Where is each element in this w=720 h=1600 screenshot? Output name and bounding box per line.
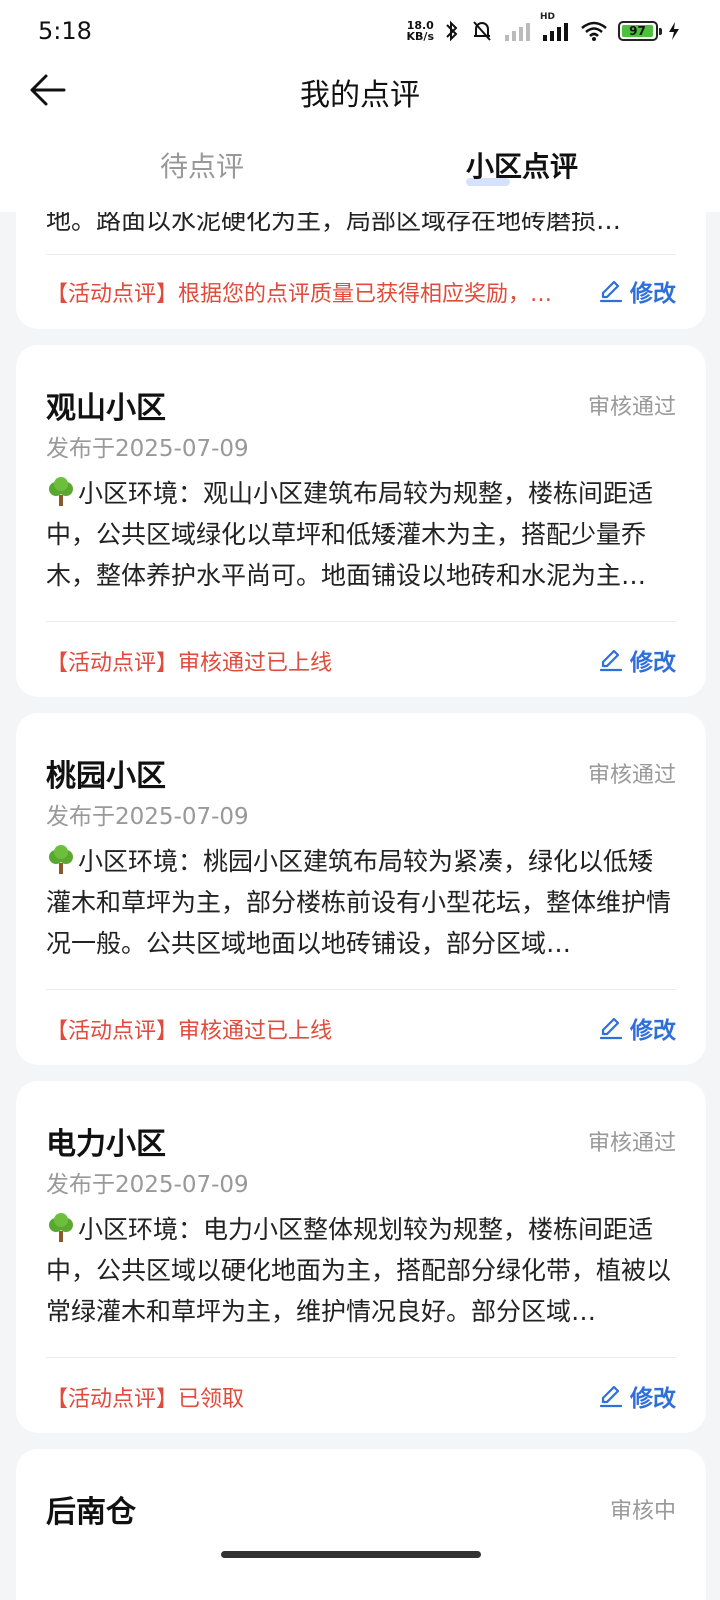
signal-hd-icon: HD <box>540 12 570 42</box>
review-status: 审核中 <box>609 1499 676 1524</box>
edit-pencil-icon <box>599 280 623 303</box>
review-card: 电力小区 审核通过 发布于2025-07-09 小区环境：电力小区整体规划较为规… <box>16 1081 706 1433</box>
edit-label: 修改 <box>630 1386 676 1412</box>
review-body-text: 小区环境：桃园小区建筑布局较为紧凑，绿化以低矮灌木和草坪为主，部分楼栋前设有小型… <box>46 847 672 958</box>
edit-button[interactable]: 修改 <box>598 274 676 308</box>
review-body-text: 小区环境：观山小区建筑布局较为规整，楼栋间距适中，公共区域绿化以草坪和低矮灌木为… <box>46 479 654 590</box>
tab-pending-review[interactable]: 待点评 <box>160 142 244 192</box>
wifi-icon <box>580 20 608 42</box>
card-divider <box>46 989 676 990</box>
edit-pencil-icon <box>599 1385 623 1408</box>
review-body: 小区环境：桃园小区建筑布局较为紧凑，绿化以低矮灌木和草坪为主，部分楼栋前设有小型… <box>46 841 676 964</box>
community-name: 观山小区 <box>46 391 166 426</box>
review-body: 小区环境：电力小区整体规划较为规整，楼栋间距适中，公共区域以硬化地面为主，搭配部… <box>46 1209 676 1332</box>
review-card: 地。路面以水泥硬化为主，局部区域存在地砖磨损… 【活动点评】根据您的点评质量已获… <box>16 212 706 329</box>
battery-fill: 97 <box>622 24 654 38</box>
page-title: 我的点评 <box>300 78 420 113</box>
review-body-text: 地。路面以水泥硬化为主，局部区域存在地砖磨损… <box>46 212 622 235</box>
review-list[interactable]: 地。路面以水泥硬化为主，局部区域存在地砖磨损… 【活动点评】根据您的点评质量已获… <box>0 212 720 1600</box>
network-speed: 18.0 KB/s <box>407 20 434 42</box>
activity-note: 【活动点评】根据您的点评质量已获得相应奖励，… <box>46 282 553 307</box>
page-header: 我的点评 待点评 小区点评 <box>0 62 720 212</box>
activity-note: 【活动点评】审核通过已上线 <box>46 651 333 676</box>
tree-icon <box>49 845 73 874</box>
bluetooth-icon <box>444 19 460 43</box>
tab-community-review[interactable]: 小区点评 <box>466 142 578 192</box>
edit-label: 修改 <box>630 281 676 307</box>
activity-note: 【活动点评】审核通过已上线 <box>46 1019 333 1044</box>
review-card: 观山小区 审核通过 发布于2025-07-09 小区环境：观山小区建筑布局较为规… <box>16 345 706 697</box>
signal-weak-icon <box>504 20 532 42</box>
edit-button[interactable]: 修改 <box>598 1011 676 1045</box>
review-status: 审核通过 <box>587 763 676 788</box>
card-divider <box>46 1357 676 1358</box>
edit-button[interactable]: 修改 <box>598 643 676 677</box>
network-speed-unit: KB/s <box>406 30 434 43</box>
tab-bar: 待点评 小区点评 <box>0 142 720 202</box>
activity-note: 【活动点评】已领取 <box>46 1387 245 1412</box>
review-body: 地。路面以水泥硬化为主，局部区域存在地砖磨损… <box>46 212 676 241</box>
edit-button[interactable]: 修改 <box>598 1379 676 1413</box>
community-name: 桃园小区 <box>46 759 166 794</box>
review-status: 审核通过 <box>587 395 676 420</box>
review-body-text: 小区环境：电力小区整体规划较为规整，楼栋间距适中，公共区域以硬化地面为主，搭配部… <box>46 1215 672 1326</box>
community-name: 电力小区 <box>46 1127 166 1162</box>
review-card: 桃园小区 审核通过 发布于2025-07-09 小区环境：桃园小区建筑布局较为紧… <box>16 713 706 1065</box>
edit-label: 修改 <box>630 650 676 676</box>
review-status: 审核通过 <box>587 1131 676 1156</box>
mute-bell-icon <box>470 19 494 43</box>
edit-pencil-icon <box>599 1017 623 1040</box>
status-bar: 5:18 18.0 KB/s HD 97 <box>0 0 720 62</box>
card-divider <box>46 621 676 622</box>
home-indicator[interactable] <box>221 1551 481 1558</box>
signal-hd-label: HD <box>540 12 556 22</box>
edit-label: 修改 <box>630 1018 676 1044</box>
review-body: 小区环境：观山小区建筑布局较为规整，楼栋间距适中，公共区域绿化以草坪和低矮灌木为… <box>46 473 676 596</box>
edit-pencil-icon <box>599 649 623 672</box>
status-time: 5:18 <box>38 17 92 45</box>
status-icons: 18.0 KB/s HD 97 <box>407 12 680 43</box>
battery-icon: 97 <box>618 21 662 41</box>
publish-date: 发布于2025-07-09 <box>46 1172 249 1198</box>
publish-date: 发布于2025-07-09 <box>46 804 249 830</box>
community-name: 后南仓 <box>46 1495 136 1530</box>
charging-icon <box>668 21 680 41</box>
tree-icon <box>49 1213 73 1242</box>
tree-icon <box>49 477 73 506</box>
review-card: 后南仓 审核中 <box>16 1449 706 1600</box>
publish-date: 发布于2025-07-09 <box>46 436 249 462</box>
card-divider <box>46 254 676 255</box>
